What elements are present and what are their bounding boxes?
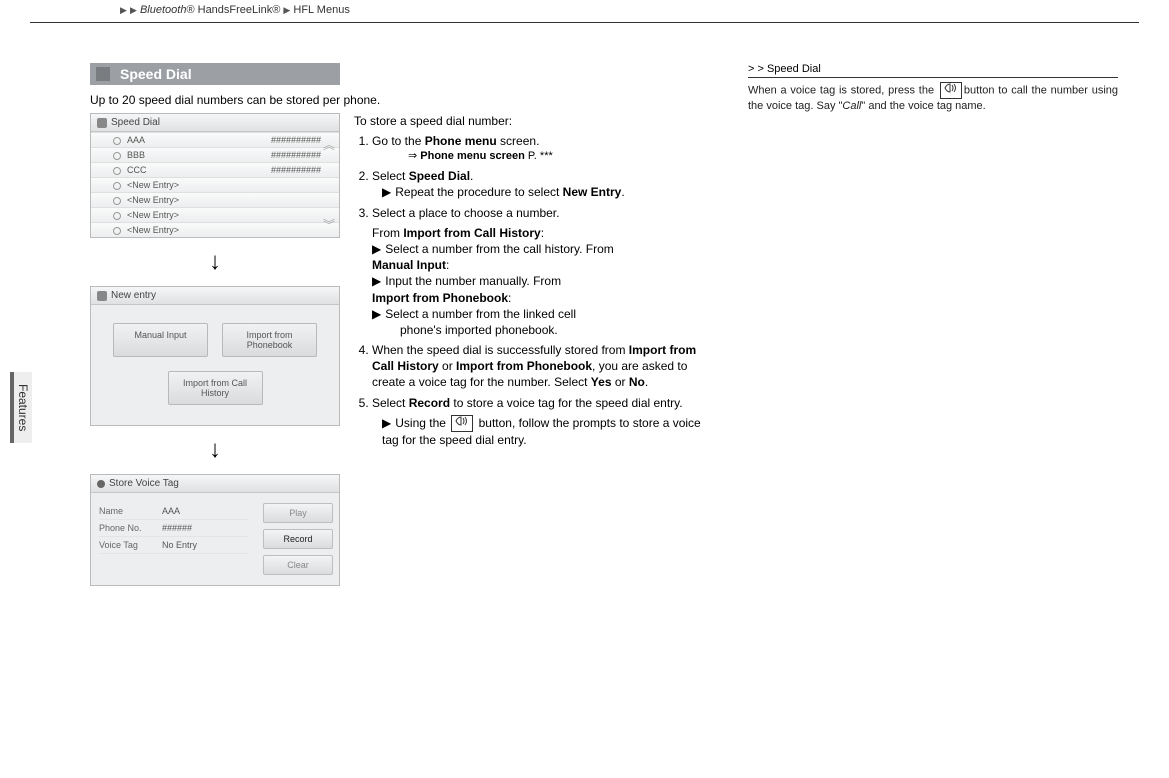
bullet-arrow-icon: ▶ — [372, 273, 381, 289]
sidebar-note: When a voice tag is stored, press the bu… — [748, 82, 1118, 114]
bullet-arrow-icon: ▶ — [382, 415, 391, 431]
flow-arrow-icon: ↓ — [90, 436, 340, 464]
crumb-seg1: Bluetooth — [140, 4, 186, 16]
bullet-arrow-icon: ▶ — [382, 184, 391, 200]
screenshot-speed-dial-list: Speed Dial AAA########## BBB########## C… — [90, 113, 340, 238]
tri-icon: ▶ — [130, 5, 137, 15]
manual-input-button: Manual Input — [113, 323, 208, 357]
step-4: When the speed dial is successfully stor… — [372, 342, 714, 391]
step-5: Select Record to store a voice tag for t… — [372, 395, 714, 449]
tri-icon: ▶ — [283, 5, 290, 15]
record-button: Record — [263, 529, 333, 549]
step-3: Select a place to choose a number. From … — [372, 205, 714, 339]
screenshot-store-voice-tag: Store Voice Tag NameAAA Phone No.###### … — [90, 474, 340, 586]
phone-icon — [97, 291, 107, 301]
step-2: Select Speed Dial. ▶Repeat the procedure… — [372, 168, 714, 200]
talk-button-icon — [451, 415, 473, 432]
clear-button: Clear — [263, 555, 333, 575]
chevron-up-icon: ︽ — [323, 136, 335, 153]
sidebar-heading: > > Speed Dial — [748, 63, 1118, 78]
phone-icon — [97, 118, 107, 128]
chevron-down-icon: ︾ — [323, 216, 335, 233]
section-heading: Speed Dial — [90, 63, 340, 85]
heading-square-icon — [96, 67, 110, 81]
steps-lead: To store a speed dial number: — [354, 113, 714, 129]
instructions: To store a speed dial number: Go to the … — [354, 113, 714, 590]
crumb-seg3: HFL Menus — [293, 4, 349, 16]
import-callhistory-button: Import from Call History — [168, 371, 263, 405]
tri-icon: ▶ — [120, 5, 127, 15]
bullet-arrow-icon: ▶ — [372, 306, 381, 322]
flow-arrow-icon: ↓ — [90, 248, 340, 276]
bullet-arrow-icon: ▶ — [372, 241, 381, 257]
screenshot-new-entry: New entry Manual Input Import from Phone… — [90, 286, 340, 426]
talk-button-icon — [940, 82, 962, 99]
play-button: Play — [263, 503, 333, 523]
breadcrumb: ▶ ▶ Bluetooth® HandsFreeLink® ▶ HFL Menu… — [30, 0, 1139, 23]
intro-text: Up to 20 speed dial numbers can be store… — [90, 93, 720, 107]
import-phonebook-button: Import from Phonebook — [222, 323, 317, 357]
step-1: Go to the Phone menu screen. ⇒ Phone men… — [372, 133, 714, 164]
crumb-seg2: HandsFreeLink® — [198, 4, 281, 16]
features-side-tab: Features — [10, 372, 32, 443]
dot-icon — [97, 480, 105, 488]
